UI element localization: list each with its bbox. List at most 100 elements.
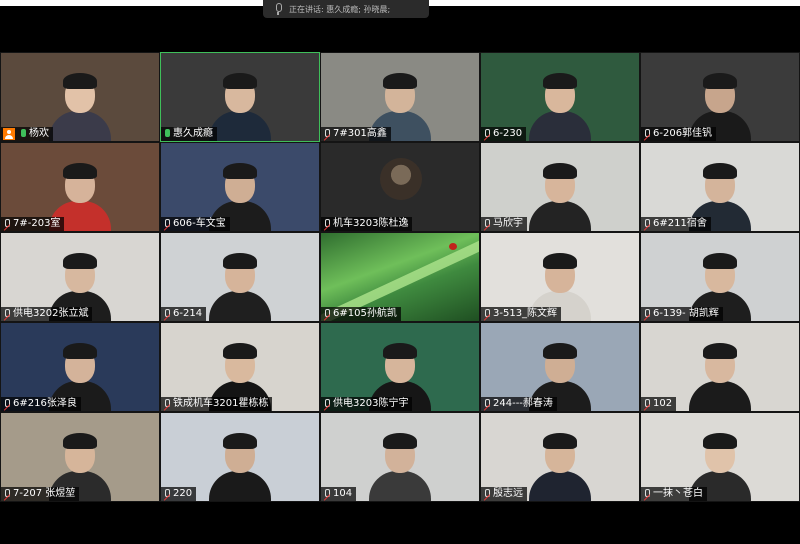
mic-muted-icon xyxy=(323,489,331,499)
mic-muted-icon xyxy=(163,399,171,409)
participant-name: 104 xyxy=(333,488,353,499)
mic-muted-icon xyxy=(3,219,11,229)
participant-tile[interactable]: 供电3202张立斌 xyxy=(0,232,160,322)
mic-muted-icon xyxy=(163,309,171,319)
participant-label: 铁成机车3201瞿栋栋 xyxy=(161,397,273,411)
profile-avatar xyxy=(380,158,422,200)
host-icon xyxy=(3,128,15,140)
participant-label: 马欣宇 xyxy=(481,217,527,231)
participant-label: 杨欢 xyxy=(1,127,53,141)
participant-name: 6-206郭佳钒 xyxy=(653,128,713,139)
participant-figure xyxy=(365,431,435,501)
participant-tile[interactable]: 6#216张泽良 xyxy=(0,322,160,412)
participant-name: 一抹丶苍白 xyxy=(653,488,703,499)
speaking-indicator: 正在讲话: 惠久成瘾; 孙晓晨; xyxy=(263,0,429,18)
mic-muted-icon xyxy=(323,219,331,229)
participant-name: 惠久成瘾 xyxy=(173,128,213,139)
participant-tile[interactable]: 606-车文宝 xyxy=(160,142,320,232)
participant-tile[interactable]: 杨欢 xyxy=(0,52,160,142)
participant-tile[interactable]: 6-206郭佳钒 xyxy=(640,52,800,142)
participant-tile[interactable]: 220 xyxy=(160,412,320,502)
participant-tile[interactable]: 102 xyxy=(640,322,800,412)
participant-label: 6-214 xyxy=(161,307,207,321)
mic-muted-icon xyxy=(323,399,331,409)
participant-tile[interactable]: 铁成机车3201瞿栋栋 xyxy=(160,322,320,412)
participant-figure xyxy=(45,71,115,141)
participant-label: 220 xyxy=(161,487,197,501)
participant-figure xyxy=(205,431,275,501)
participant-tile[interactable]: 殷志远 xyxy=(480,412,640,502)
mic-muted-icon xyxy=(323,129,331,139)
participant-name: 7-207 张煜堃 xyxy=(13,488,76,499)
participant-name: 7#301高鑫 xyxy=(333,128,387,139)
participant-label: 殷志远 xyxy=(481,487,527,501)
participant-name: 杨欢 xyxy=(29,128,49,139)
mic-muted-icon xyxy=(3,309,11,319)
participant-label: 7#-203室 xyxy=(1,217,65,231)
mic-on-icon xyxy=(163,129,171,139)
participant-tile[interactable]: 6-139- 胡凯辉 xyxy=(640,232,800,322)
participant-name: 供电3203陈宁宇 xyxy=(333,398,409,409)
participant-label: 供电3202张立斌 xyxy=(1,307,93,321)
participant-label: 6#105孙航凯 xyxy=(321,307,401,321)
participant-label: 6-230 xyxy=(481,127,527,141)
mic-muted-icon xyxy=(163,489,171,499)
participant-name: 6#211宿舍 xyxy=(653,218,707,229)
participant-name: 3-513_陈文辉 xyxy=(493,308,558,319)
mic-muted-icon xyxy=(483,129,491,139)
participant-figure xyxy=(525,71,595,141)
participant-tile[interactable]: 7-207 张煜堃 xyxy=(0,412,160,502)
participant-tile[interactable]: 供电3203陈宁宇 xyxy=(320,322,480,412)
participant-name: 6#105孙航凯 xyxy=(333,308,397,319)
participant-name: 102 xyxy=(653,398,673,409)
participant-tile[interactable]: 6-214 xyxy=(160,232,320,322)
participant-tile[interactable]: 7#301高鑫 xyxy=(320,52,480,142)
mic-muted-icon xyxy=(643,489,651,499)
participant-label: 102 xyxy=(641,397,677,411)
participant-tile[interactable]: 惠久成瘾 xyxy=(160,52,320,142)
participant-label: 一抹丶苍白 xyxy=(641,487,707,501)
mic-muted-icon xyxy=(483,219,491,229)
participant-tile[interactable]: 6#105孙航凯 xyxy=(320,232,480,322)
microphone-icon xyxy=(273,3,283,15)
participant-label: 供电3203陈宁宇 xyxy=(321,397,413,411)
participant-name: 供电3202张立斌 xyxy=(13,308,89,319)
mic-muted-icon xyxy=(643,129,651,139)
participant-name: 606-车文宝 xyxy=(173,218,226,229)
mic-muted-icon xyxy=(3,489,11,499)
mic-muted-icon xyxy=(323,309,331,319)
participant-figure xyxy=(205,251,275,321)
mic-muted-icon xyxy=(643,309,651,319)
participant-name: 6-214 xyxy=(173,308,203,319)
mic-muted-icon xyxy=(483,399,491,409)
participant-label: 惠久成瘾 xyxy=(161,127,217,141)
participant-tile[interactable]: 6#211宿舍 xyxy=(640,142,800,232)
video-grid: 杨欢 惠久成瘾 7#301高鑫 6-230 6-206郭佳钒 7#-203室 606-车文宝… xyxy=(0,52,800,503)
participant-tile[interactable]: 244---郝春涛 xyxy=(480,322,640,412)
participant-tile[interactable]: 3-513_陈文辉 xyxy=(480,232,640,322)
mic-muted-icon xyxy=(163,219,171,229)
participant-tile[interactable]: 一抹丶苍白 xyxy=(640,412,800,502)
speaking-text: 正在讲话: 惠久成瘾; 孙晓晨; xyxy=(289,4,391,14)
participant-label: 244---郝春涛 xyxy=(481,397,557,411)
participant-tile[interactable]: 6-230 xyxy=(480,52,640,142)
participant-tile[interactable]: 7#-203室 xyxy=(0,142,160,232)
participant-label: 6-139- 胡凯辉 xyxy=(641,307,723,321)
participant-label: 7-207 张煜堃 xyxy=(1,487,80,501)
participant-name: 244---郝春涛 xyxy=(493,398,553,409)
participant-name: 6#216张泽良 xyxy=(13,398,77,409)
mic-muted-icon xyxy=(483,489,491,499)
participant-label: 104 xyxy=(321,487,357,501)
participant-tile[interactable]: 机车3203陈杜逸 xyxy=(320,142,480,232)
participant-name: 6-230 xyxy=(493,128,523,139)
mic-muted-icon xyxy=(643,399,651,409)
participant-name: 殷志远 xyxy=(493,488,523,499)
participant-label: 606-车文宝 xyxy=(161,217,230,231)
participant-figure xyxy=(685,341,755,411)
bottom-bar xyxy=(0,503,800,544)
mic-muted-icon xyxy=(643,219,651,229)
participant-name: 6-139- 胡凯辉 xyxy=(653,308,719,319)
participant-tile[interactable]: 马欣宇 xyxy=(480,142,640,232)
participant-label: 6#211宿舍 xyxy=(641,217,711,231)
participant-tile[interactable]: 104 xyxy=(320,412,480,502)
